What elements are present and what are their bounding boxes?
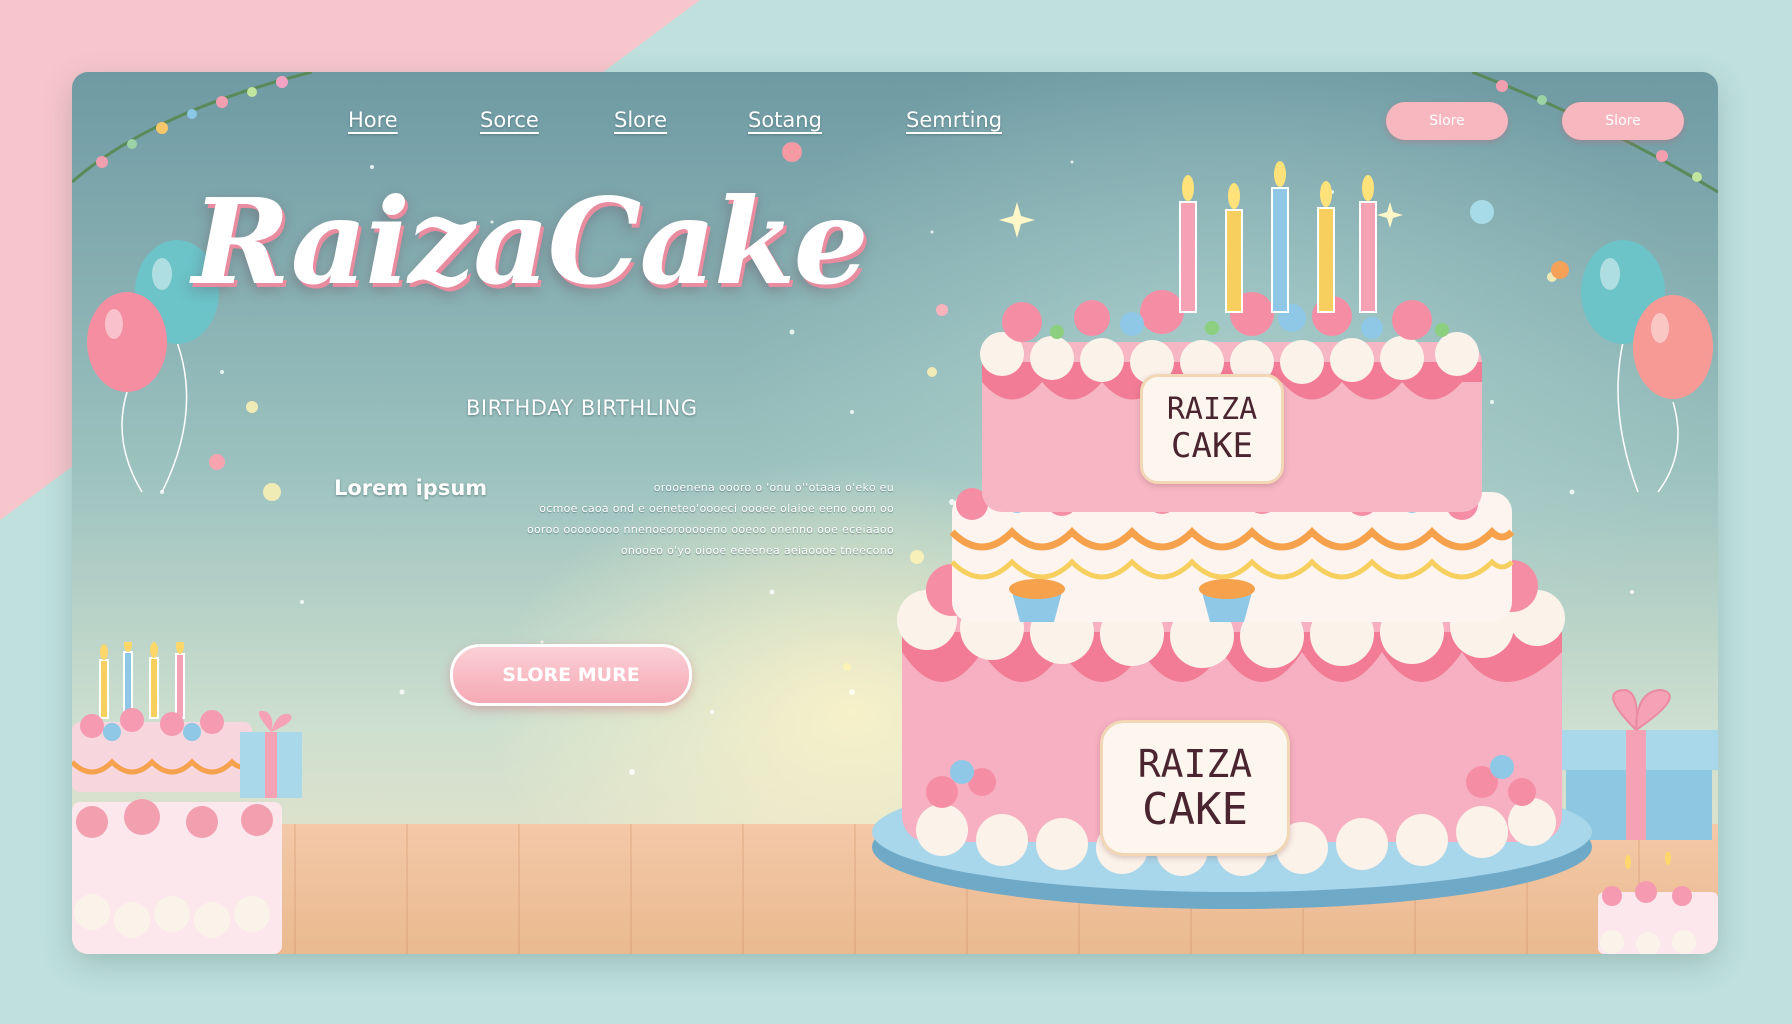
plaque-word: RAIZA [1137, 742, 1253, 786]
hero-subtitle: BIRTHDAY BIRTHLING [466, 396, 698, 420]
nav-item-sotang[interactable]: Sotang [748, 108, 822, 132]
nav-item-source[interactable]: Sorce [480, 108, 539, 132]
cake-top-plaque: RAIZA CAKE [1140, 374, 1284, 484]
nav-item-home[interactable]: Hore [348, 108, 398, 132]
lorem-paragraph: orooenena oooro o 'onu o''otaaa o'eko eu… [334, 477, 894, 561]
nav-item-store[interactable]: Slore [614, 108, 667, 132]
lorem-line: ooroo oooooooo nnenoeorooooeno ooeoo one… [526, 523, 894, 536]
plaque-word: RAIZA [1166, 392, 1258, 427]
small-cake-left-illustration [72, 642, 302, 954]
cta-button[interactable]: SLORE MURE [450, 644, 692, 706]
cake-bottom-plaque: RAIZA CAKE [1100, 720, 1290, 856]
lorem-line: ocmoe caoa ond e oeneteo'oooeci oooee ol… [539, 502, 894, 515]
lorem-line: onooeo o'yo oiooe eeeenea aeiaoooe tneec… [620, 544, 894, 557]
hero-card: Hore Sorce Slore Sotang Semrting Slore S… [72, 72, 1718, 954]
plaque-word: CAKE [1142, 784, 1248, 835]
plaque-word: CAKE [1171, 426, 1253, 466]
